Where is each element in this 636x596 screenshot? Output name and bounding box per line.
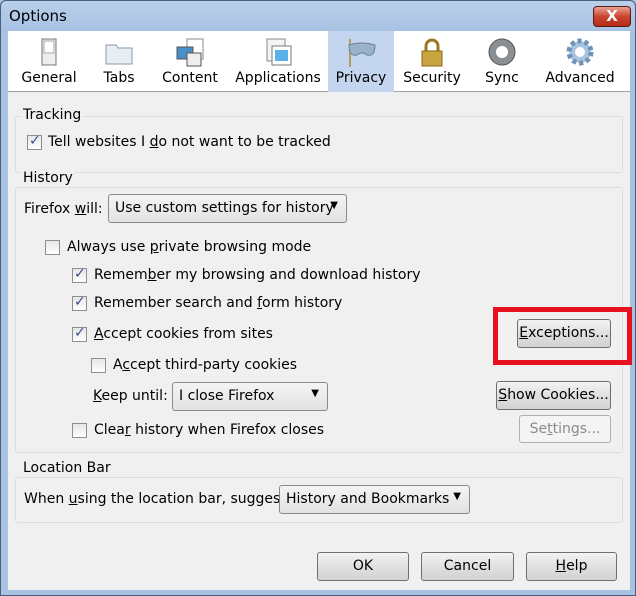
history-mode-dropdown[interactable]: Use custom settings for history ▼ [108, 194, 347, 223]
clear-history-label[interactable]: Clear history when Firefox closes [94, 422, 324, 438]
clear-history-checkbox[interactable] [72, 423, 87, 438]
tab-tabs[interactable]: Tabs [94, 31, 144, 92]
tab-label: Privacy [335, 70, 387, 86]
switch-icon [41, 38, 57, 66]
folder-icon [105, 44, 133, 65]
close-icon: X [606, 7, 618, 25]
tab-label: Advanced [545, 70, 615, 86]
tab-label: Security [403, 70, 461, 86]
help-button[interactable]: Help [526, 552, 617, 581]
tab-label: Content [162, 70, 218, 86]
dropdown-arrow-icon: ▼ [330, 200, 338, 211]
third-party-cookies-label[interactable]: Accept third-party cookies [113, 357, 297, 373]
keep-until-label: Keep until: [93, 388, 168, 404]
history-mode-value: Use custom settings for history [115, 200, 334, 216]
preferences-toolbar: General Tabs Content Applications Privac… [8, 31, 630, 92]
window-title: Options [9, 7, 67, 25]
dnt-label[interactable]: Tell websites I do not want to be tracke… [48, 134, 331, 150]
lock-icon [421, 38, 443, 67]
suggest-label: When using the location bar, suggest: [24, 491, 291, 507]
tab-label: Sync [485, 70, 519, 86]
options-window: Options X General Tabs Content Applicati… [0, 0, 636, 596]
suggest-dropdown[interactable]: History and Bookmarks ▼ [279, 485, 470, 514]
tab-label: Tabs [103, 70, 135, 86]
content-icon [176, 38, 204, 67]
accept-cookies-label[interactable]: Accept cookies from sites [94, 326, 273, 342]
gear-icon [566, 38, 594, 66]
keep-until-value: I close Firefox [179, 388, 275, 404]
tab-label: General [21, 70, 77, 86]
ok-button[interactable]: OK [317, 552, 409, 581]
firefox-will-label: Firefox will: [24, 201, 103, 217]
remember-browsing-checkbox[interactable] [72, 266, 87, 283]
keep-until-dropdown[interactable]: I close Firefox ▼ [172, 382, 328, 411]
tab-advanced[interactable]: Advanced [540, 31, 620, 92]
tab-privacy[interactable]: Privacy [328, 31, 394, 92]
tab-general[interactable]: General [20, 31, 78, 92]
dropdown-arrow-icon: ▼ [311, 388, 319, 399]
tab-security[interactable]: Security [400, 31, 464, 92]
close-button[interactable]: X [593, 6, 631, 27]
third-party-cookies-checkbox[interactable] [91, 358, 106, 373]
tab-sync[interactable]: Sync [478, 31, 526, 92]
dropdown-arrow-icon: ▼ [453, 491, 461, 502]
mask-icon [348, 39, 376, 67]
tab-content[interactable]: Content [158, 31, 222, 92]
highlight-box [493, 307, 632, 365]
remember-search-label[interactable]: Remember search and form history [94, 295, 342, 311]
remember-browsing-label[interactable]: Remember my browsing and download histor… [94, 267, 421, 283]
cancel-button[interactable]: Cancel [421, 552, 514, 581]
applications-icon [266, 38, 292, 66]
accept-cookies-checkbox[interactable] [72, 325, 87, 342]
history-legend: History [21, 170, 75, 186]
location-bar-legend: Location Bar [21, 460, 113, 476]
private-browsing-checkbox[interactable] [45, 240, 60, 255]
settings-button[interactable]: Settings... [519, 415, 611, 443]
sync-icon [488, 38, 516, 66]
tab-label: Applications [235, 70, 321, 86]
private-browsing-label[interactable]: Always use private browsing mode [67, 239, 311, 255]
remember-search-checkbox[interactable] [72, 294, 87, 311]
tracking-legend: Tracking [21, 107, 84, 123]
tab-applications[interactable]: Applications [230, 31, 326, 92]
suggest-value: History and Bookmarks [286, 491, 450, 507]
dnt-checkbox[interactable] [27, 133, 42, 150]
show-cookies-button[interactable]: Show Cookies... [496, 381, 611, 410]
